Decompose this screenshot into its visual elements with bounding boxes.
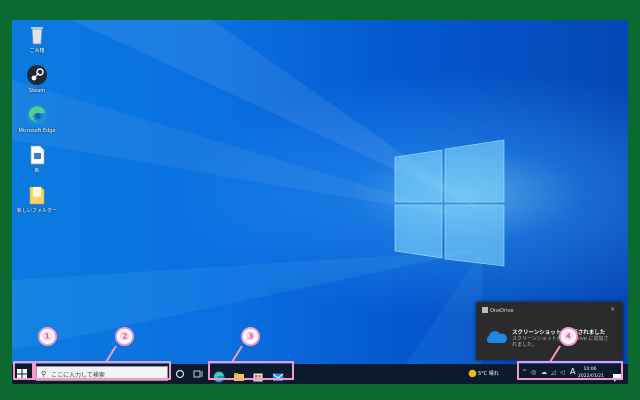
image-frame: ごみ箱 Steam Microsoft Edge 新 新しいフォルダー OneD…: [0, 0, 640, 400]
desktop-icon-edge[interactable]: Microsoft Edge: [15, 104, 59, 134]
desktop-icon-folder[interactable]: 新しいフォルダー: [15, 184, 59, 214]
annotation-box-2: [34, 361, 171, 380]
desktop-icon-label: ごみ箱: [29, 48, 45, 54]
cortana-icon: [175, 369, 185, 379]
onedrive-small-icon: [482, 307, 488, 313]
annotation-box-1: [13, 361, 34, 380]
cortana-button[interactable]: [174, 368, 186, 380]
desktop-icon-label: 新: [34, 168, 40, 174]
task-view-icon: [193, 370, 203, 378]
weather-widget[interactable]: 5°C 晴れ: [478, 370, 499, 377]
task-view-button[interactable]: [192, 368, 204, 380]
folder-icon: [26, 184, 48, 206]
annotation-box-3: [208, 361, 294, 380]
desktop-icon-label: Microsoft Edge: [18, 128, 56, 134]
annotation-number-3: ③: [241, 327, 260, 346]
annotation-number-2: ②: [115, 327, 134, 346]
desktop-icon-recycle-bin[interactable]: ごみ箱: [15, 24, 59, 54]
annotation-number-4: ④: [559, 327, 578, 346]
annotation-number-1: ①: [38, 327, 57, 346]
onedrive-cloud-icon: [486, 331, 507, 343]
desktop-icon-steam[interactable]: Steam: [15, 64, 59, 94]
edge-icon: [26, 104, 48, 126]
desktop[interactable]: ごみ箱 Steam Microsoft Edge 新 新しいフォルダー OneD…: [12, 20, 628, 384]
desktop-icon-label: Steam: [28, 88, 46, 94]
notification-app-name: OneDrive: [490, 308, 514, 314]
weather-sun-icon: [468, 369, 477, 378]
desktop-icon-label: 新しいフォルダー: [16, 208, 57, 214]
recycle-bin-icon: [26, 24, 48, 46]
steam-icon: [26, 64, 48, 86]
document-icon: [26, 144, 48, 166]
desktop-icon-document[interactable]: 新: [15, 144, 59, 174]
onedrive-notification[interactable]: OneDrive × スクリーンショットが保存されました スクリーンショットが …: [476, 302, 623, 360]
annotation-box-4: [517, 361, 623, 380]
notification-close-button[interactable]: ×: [610, 306, 615, 313]
